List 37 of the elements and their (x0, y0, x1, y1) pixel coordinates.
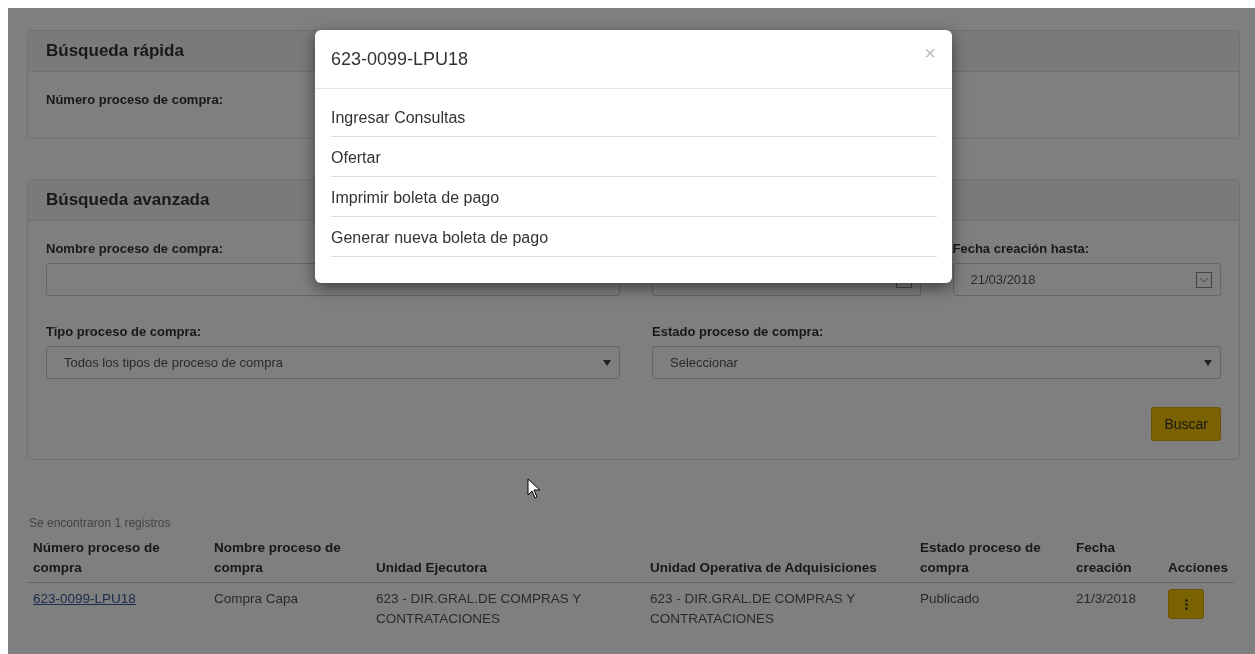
column-header: Nombre proceso de compra (208, 538, 370, 583)
status-select[interactable]: Seleccionar (652, 346, 1221, 379)
field-label: Estado proceso de compra: (652, 324, 825, 340)
results-count: Se encontraron 1 registros (29, 516, 172, 530)
field-label: Tipo proceso de compra: (46, 324, 203, 340)
modal-title: 623-0099-LPU18 (331, 48, 469, 70)
actions-button[interactable] (1168, 589, 1204, 619)
column-header: Unidad Operativa de Adquisiciones (644, 538, 914, 583)
panel-title: Búsqueda rápida (46, 41, 184, 61)
column-header: Unidad Ejecutora (370, 538, 644, 583)
menu-item[interactable]: Generar nueva boleta de pago (331, 217, 937, 257)
menu-item[interactable]: Imprimir boleta de pago (331, 177, 937, 217)
dropdown-caret-icon (1204, 359, 1212, 366)
type-select[interactable]: Todos los tipos de proceso de compra (46, 346, 620, 379)
close-button[interactable]: × (924, 41, 936, 65)
more-vertical-icon (1184, 598, 1188, 610)
table-cell-text: Publicado (919, 590, 981, 608)
search-button[interactable]: Buscar (1151, 407, 1221, 441)
mouse-cursor-icon (527, 478, 541, 499)
table-cell-text: 623 - DIR.GRAL.DE COMPRAS Y CONTRATACIONES (375, 590, 583, 628)
dropdown-caret-icon (603, 359, 611, 366)
table-cell-text: Compra Capa (213, 590, 300, 608)
menu-item[interactable]: Ingresar Consultas (331, 97, 937, 137)
field-label: Número proceso de compra: (46, 92, 224, 108)
column-header: Acciones (1162, 538, 1234, 583)
table-cell-text: 21/3/2018 (1075, 590, 1138, 608)
date-to-field[interactable]: 21/03/2018 (952, 263, 1221, 296)
panel-title: Búsqueda avanzada (46, 190, 210, 210)
table-cell-text: 623 - DIR.GRAL.DE COMPRAS Y CONTRATACIONES (649, 590, 857, 628)
process-number-link[interactable]: 623-0099-LPU18 (33, 591, 136, 606)
field-label: Fecha creación hasta: (952, 241, 1091, 257)
menu-item[interactable]: Ofertar (331, 137, 937, 177)
calendar-icon[interactable] (1196, 271, 1212, 288)
field-label: Nombre proceso de compra: (46, 241, 224, 257)
column-header: Estado proceso de compra (914, 538, 1070, 583)
column-header: Fecha creación (1070, 538, 1162, 583)
column-header: Número proceso de compra (27, 538, 208, 583)
